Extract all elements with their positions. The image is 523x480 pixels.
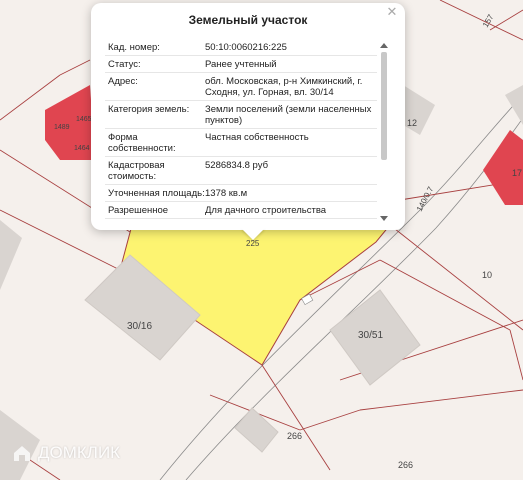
- label-parcel-south-1: 266: [287, 431, 302, 441]
- row-key: Кад. номер:: [108, 42, 160, 53]
- table-row: Адрес: обл. Московская, р-н Химкинский, …: [105, 73, 377, 101]
- row-value: 5286834.8 руб: [205, 160, 269, 171]
- table-row: Форма собственности: Частная собственнос…: [105, 129, 377, 157]
- label-parcel-left-c: 1464: [74, 145, 90, 152]
- row-value: 50:10:0060216:225: [205, 42, 287, 53]
- row-value: Для дачного строительства: [205, 205, 327, 216]
- row-key: Форма собственности:: [108, 132, 176, 154]
- row-key: Кадастровая стоимость:: [108, 160, 165, 182]
- scroll-down-icon[interactable]: [380, 216, 388, 221]
- label-selected-parcel: 225: [246, 239, 260, 248]
- label-parcel-right-red: 17: [512, 168, 522, 178]
- popup-title: Земельный участок: [188, 13, 308, 27]
- table-row: Кад. номер: 50:10:0060216:225: [105, 39, 377, 56]
- info-table: Кад. номер: 50:10:0060216:225 Статус: Ра…: [105, 39, 377, 223]
- label-building-30-51: 30/51: [358, 330, 383, 341]
- label-building-30-16: 30/16: [127, 321, 152, 332]
- label-parcel-east: 10: [482, 270, 492, 280]
- parcel-info-popup: Земельный участок ✕ Кад. номер: 50:10:00…: [91, 3, 405, 230]
- popup-scrollbar[interactable]: [380, 43, 388, 221]
- row-value: Частная собственность: [205, 132, 309, 143]
- table-row: Разрешенное Для дачного строительства: [105, 202, 377, 219]
- row-value: 1378 кв.м: [205, 188, 248, 199]
- row-value: Ранее учтенный: [205, 59, 277, 70]
- row-value: обл. Московская, р-н Химкинский, г. Сход…: [205, 76, 363, 98]
- row-key: Категория земель:: [108, 104, 190, 115]
- row-value: Земли поселений (земли населенных пункто…: [205, 104, 372, 126]
- label-parcel-left-a: 1489: [54, 124, 70, 131]
- table-row: Статус: Ранее учтенный: [105, 56, 377, 73]
- label-parcel-south-2: 266: [398, 460, 413, 470]
- scroll-up-icon[interactable]: [380, 43, 388, 48]
- close-icon[interactable]: ✕: [385, 5, 399, 19]
- row-key: Адрес:: [108, 76, 138, 87]
- house-logo-icon: [14, 446, 30, 461]
- watermark-text: ДОМКЛИК: [38, 443, 121, 462]
- popup-pointer: [241, 228, 265, 240]
- row-key: Уточненная площадь:: [108, 188, 205, 199]
- label-parcel-right-top: 12: [407, 118, 417, 128]
- scrollbar-thumb[interactable]: [381, 52, 387, 160]
- table-row: Кадастровая стоимость: 5286834.8 руб: [105, 157, 377, 185]
- label-parcel-left-b: 1465: [76, 116, 92, 123]
- table-row: Уточненная площадь: 1378 кв.м: [105, 185, 377, 202]
- domclick-watermark: ДОМКЛИК: [12, 443, 120, 463]
- table-row: Категория земель: Земли поселений (земли…: [105, 101, 377, 129]
- row-key: Статус:: [108, 59, 141, 70]
- row-key: Разрешенное: [108, 205, 169, 216]
